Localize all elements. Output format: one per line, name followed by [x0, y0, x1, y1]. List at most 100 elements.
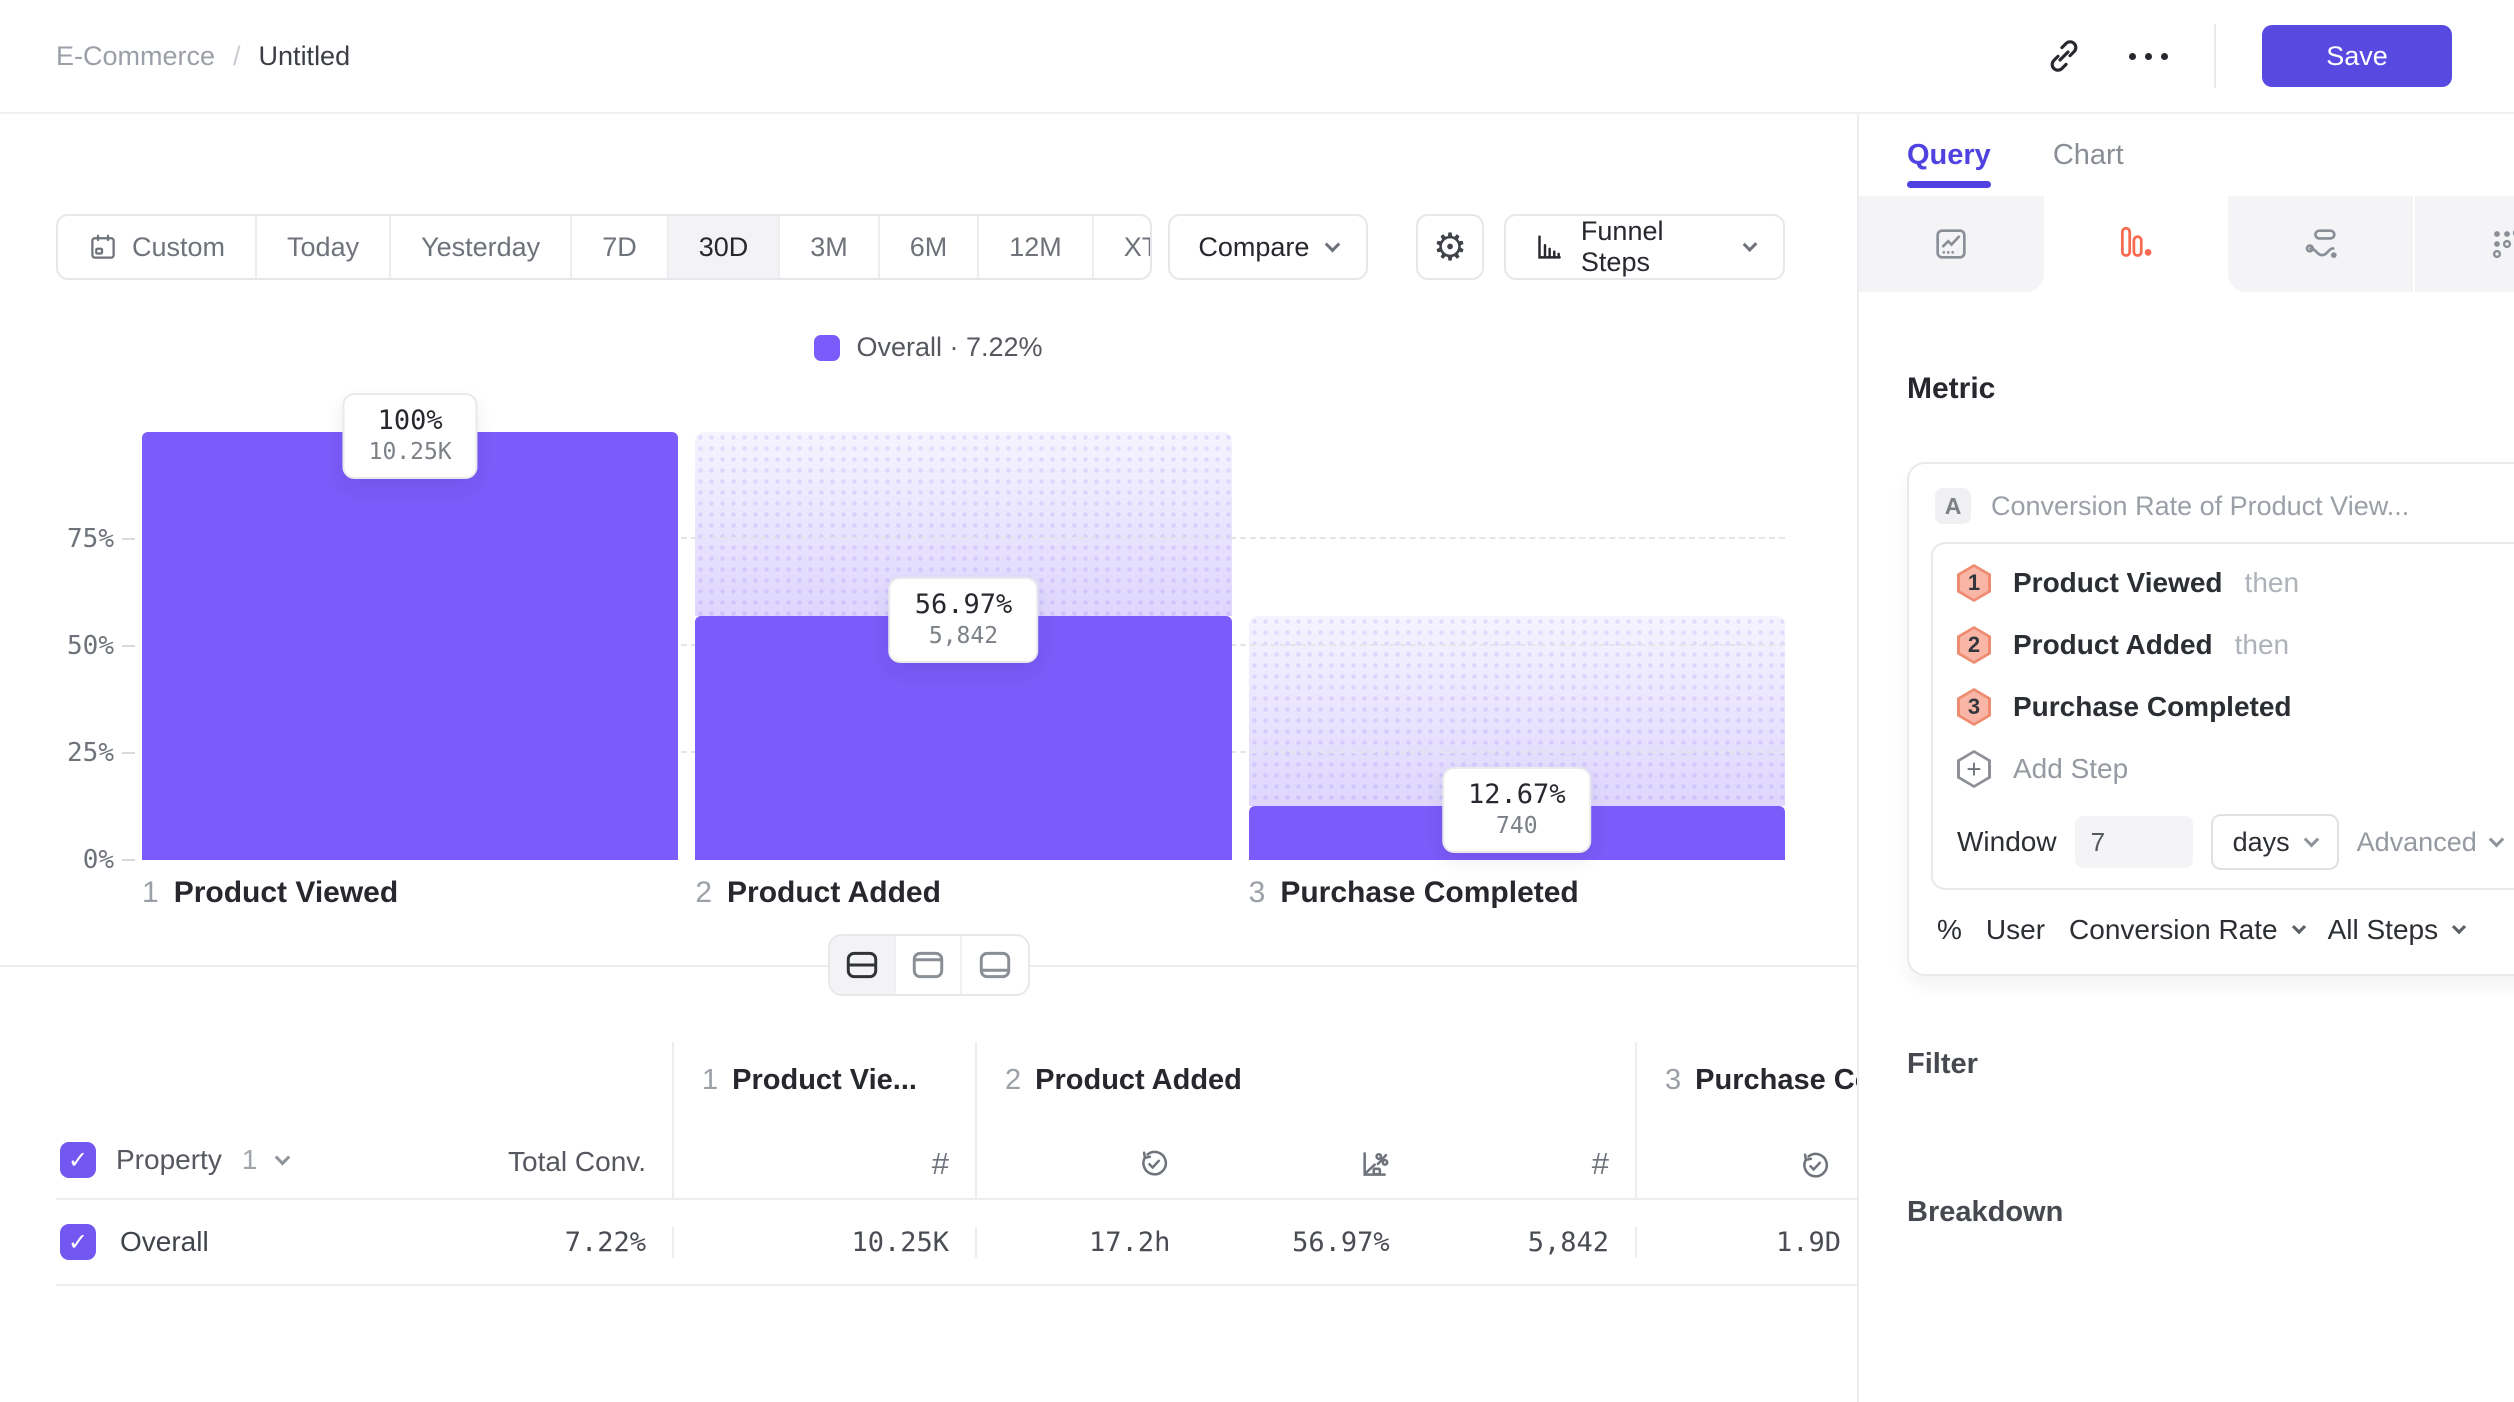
y-axis-tick-50: 50% [67, 631, 114, 661]
window-unit-select[interactable]: days [2211, 814, 2339, 870]
funnel-chart: 75% 50% 25% 0% 100% 10.25K [142, 432, 1785, 860]
breakdown-heading: Breakdown [1907, 1196, 2063, 1229]
date-controls-row: Custom Today Yesterday 7D 30D 3M 6M 12M … [56, 214, 1785, 280]
funnel-bars: 100% 10.25K 56.97% 5,842 [142, 432, 1785, 860]
range-xtd[interactable]: XTD [1094, 216, 1153, 278]
advanced-toggle[interactable]: Advanced [2357, 827, 2502, 858]
range-12m[interactable]: 12M [979, 216, 1094, 278]
table-header: ✓ Property 1 Total Conv. 1Product Vie...… [56, 1042, 1857, 1200]
funnel-bar-step-1[interactable]: 100% 10.25K [142, 432, 678, 860]
range-today[interactable]: Today [257, 216, 391, 278]
metric-heading: Metric [1907, 372, 2514, 406]
step-labels: 1 Product Viewed 2 Product Added 3 Purch… [142, 876, 1785, 910]
metric-title: Conversion Rate of Product View... [1991, 491, 2409, 522]
window-value-input[interactable] [2075, 816, 2193, 868]
conversion-window-row: Window days Advanced [1957, 814, 2502, 870]
chart-type-grid-button[interactable] [2413, 196, 2514, 292]
tab-query[interactable]: Query [1907, 114, 1991, 196]
measure-scope-select[interactable]: All Steps [2328, 914, 2465, 946]
avg-time-metric-icon[interactable] [1657, 1150, 1857, 1182]
panel-bottom-icon [976, 946, 1014, 984]
funnel-analysis-app: E-Commerce / Untitled Save [0, 0, 2514, 1402]
step2-values: 17.2h 56.97% 5,842 [975, 1227, 1635, 1258]
view-panel-bottom-button[interactable] [962, 936, 1028, 994]
more-options-icon[interactable] [2129, 53, 2168, 60]
line-chart-icon [1931, 224, 1971, 264]
metric-badge: A [1935, 488, 1971, 524]
compare-button[interactable]: Compare [1168, 214, 1368, 280]
avg-time-metric-icon[interactable] [977, 1146, 1196, 1182]
funnel-bar-step-2[interactable]: 56.97% 5,842 [695, 432, 1231, 860]
query-panel: Query Chart [1857, 114, 2514, 1402]
y-axis-tick-0: 0% [83, 845, 114, 875]
table-row-overall[interactable]: ✓ Overall 7.22% 10.25K 17.2h 56.97% 5,84… [56, 1200, 1857, 1286]
panel-tabs: Query Chart [1859, 114, 2514, 196]
chart-type-button[interactable]: Funnel Steps [1504, 214, 1785, 280]
count-metric-icon[interactable]: # [1592, 1146, 1609, 1182]
dot-grid-icon [2487, 224, 2514, 264]
save-button[interactable]: Save [2262, 25, 2452, 87]
chart-type-funnel-button-active[interactable] [2044, 196, 2229, 292]
add-step-button[interactable]: + Add Step [1957, 738, 2502, 800]
percent-symbol: % [1937, 914, 1962, 946]
step-number-badge: 2 [1957, 626, 1991, 664]
conversion-rate-metric-icon[interactable] [1196, 1146, 1415, 1182]
check-icon: ✓ [68, 1228, 88, 1257]
total-conversion-value: 7.22% [565, 1227, 646, 1258]
row-checkbox[interactable]: ✓ [60, 1224, 96, 1260]
chart-main-area: Custom Today Yesterday 7D 30D 3M 6M 12M … [0, 114, 1857, 1402]
funnel-steps-card: 1 Product Viewed then 2 Product Added th… [1931, 542, 2514, 890]
layout-view-toggle [828, 934, 1030, 996]
metric-title-row[interactable]: A Conversion Rate of Product View... [1909, 464, 2514, 542]
panel-body: Metric A Conversion Rate of Product View… [1859, 372, 2514, 1234]
measure-metric-select[interactable]: Conversion Rate [2069, 914, 2304, 946]
topbar-actions: Save [2045, 24, 2452, 88]
chart-legend[interactable]: Overall · 7.22% [0, 332, 1857, 363]
panel-top-icon [909, 946, 947, 984]
user-flow-icon [2301, 224, 2341, 264]
funnel-chart-icon [2115, 223, 2157, 265]
step-label-1: 1 Product Viewed [142, 876, 678, 910]
chevron-down-icon [1742, 237, 1757, 252]
add-step-plus-icon: + [1957, 750, 1991, 788]
select-all-checkbox[interactable]: ✓ [60, 1142, 96, 1178]
query-step-1[interactable]: 1 Product Viewed then [1957, 552, 2502, 614]
step2-pct-value: 56.97% [1196, 1227, 1415, 1258]
chart-settings-button[interactable]: ⚙ [1416, 214, 1483, 280]
breadcrumb-parent[interactable]: E-Commerce [56, 41, 215, 72]
view-panel-top-button[interactable] [896, 936, 962, 994]
property-selector[interactable]: ✓ Property 1 [60, 1142, 288, 1178]
range-custom[interactable]: Custom [58, 216, 257, 278]
view-split-horizontal-button[interactable] [830, 936, 896, 994]
range-yesterday[interactable]: Yesterday [391, 216, 572, 278]
step-number-badge: 1 [1957, 564, 1991, 602]
legend-swatch [814, 335, 840, 361]
filter-heading: Filter [1907, 1048, 1978, 1081]
share-link-icon[interactable] [2045, 37, 2083, 75]
query-step-3[interactable]: 3 Purchase Completed [1957, 676, 2502, 738]
range-30d-selected[interactable]: 30D [669, 216, 781, 278]
funnel-bars-icon [1534, 231, 1563, 263]
range-3m[interactable]: 3M [780, 216, 880, 278]
chart-type-flow-button[interactable] [2228, 196, 2413, 292]
chart-type-line-button[interactable] [1859, 196, 2044, 292]
step-number-badge: 3 [1957, 688, 1991, 726]
filter-section: Filter + [1907, 1042, 2514, 1086]
range-label: Custom [132, 232, 225, 263]
check-icon: ✓ [68, 1146, 88, 1175]
count-metric-icon[interactable]: # [932, 1146, 949, 1182]
gear-icon: ⚙ [1433, 225, 1467, 270]
funnel-bar-step-3[interactable]: 12.67% 740 [1249, 432, 1785, 860]
y-axis-tick-25: 25% [67, 738, 114, 768]
column-step-1: 1Product Vie... # [672, 1042, 975, 1198]
chevron-down-icon [2303, 831, 2319, 847]
range-6m[interactable]: 6M [880, 216, 980, 278]
breadcrumb-separator: / [233, 41, 241, 72]
bar-solid [142, 432, 678, 860]
tab-chart[interactable]: Chart [2053, 114, 2124, 196]
measure-entity[interactable]: User [1986, 914, 2045, 946]
query-step-2[interactable]: 2 Product Added then [1957, 614, 2502, 676]
range-7d[interactable]: 7D [572, 216, 669, 278]
chevron-down-icon [1325, 236, 1341, 252]
page-title[interactable]: Untitled [259, 41, 351, 72]
